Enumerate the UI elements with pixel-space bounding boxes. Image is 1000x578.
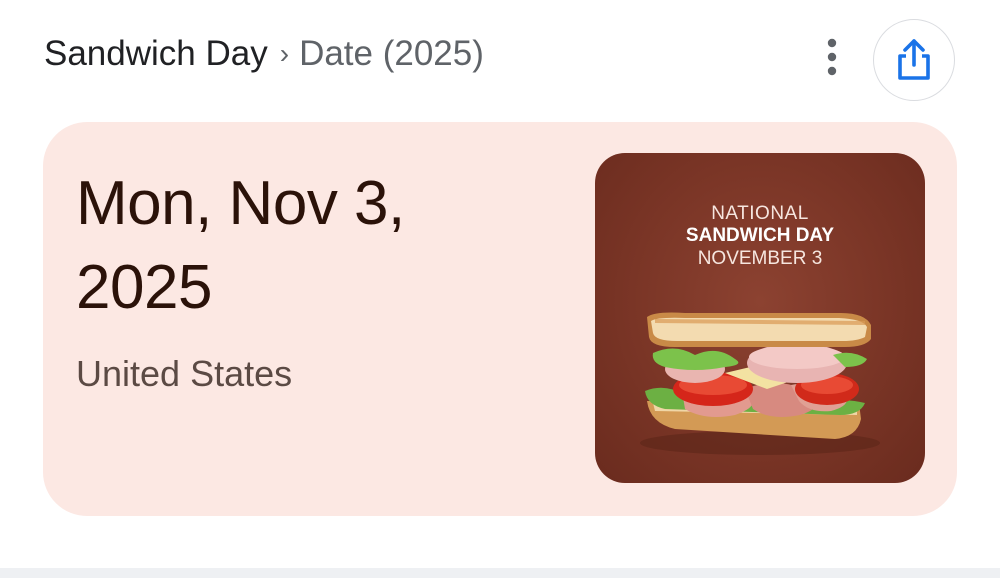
event-region: United States [76, 353, 293, 394]
header: Sandwich Day › Date (2025) [0, 0, 1000, 110]
date-card[interactable]: Mon, Nov 3, 2025 United States NATIONAL … [43, 122, 957, 516]
breadcrumb-title[interactable]: Sandwich Day [44, 34, 268, 73]
breadcrumb-separator: › [279, 38, 290, 69]
share-icon [898, 39, 930, 80]
share-button[interactable] [873, 19, 955, 101]
more-options-button[interactable] [812, 34, 852, 80]
more-vert-icon [827, 38, 837, 76]
sandwich-illustration [640, 312, 880, 455]
sandwich-day-image[interactable]: NATIONAL SANDWICH DAY NOVEMBER 3 [595, 153, 925, 483]
bottom-divider [0, 568, 1000, 578]
event-date: Mon, Nov 3, 2025 [76, 169, 405, 322]
breadcrumb: Sandwich Day › Date (2025) [44, 32, 484, 78]
breadcrumb-subtitle: Date (2025) [299, 34, 484, 73]
